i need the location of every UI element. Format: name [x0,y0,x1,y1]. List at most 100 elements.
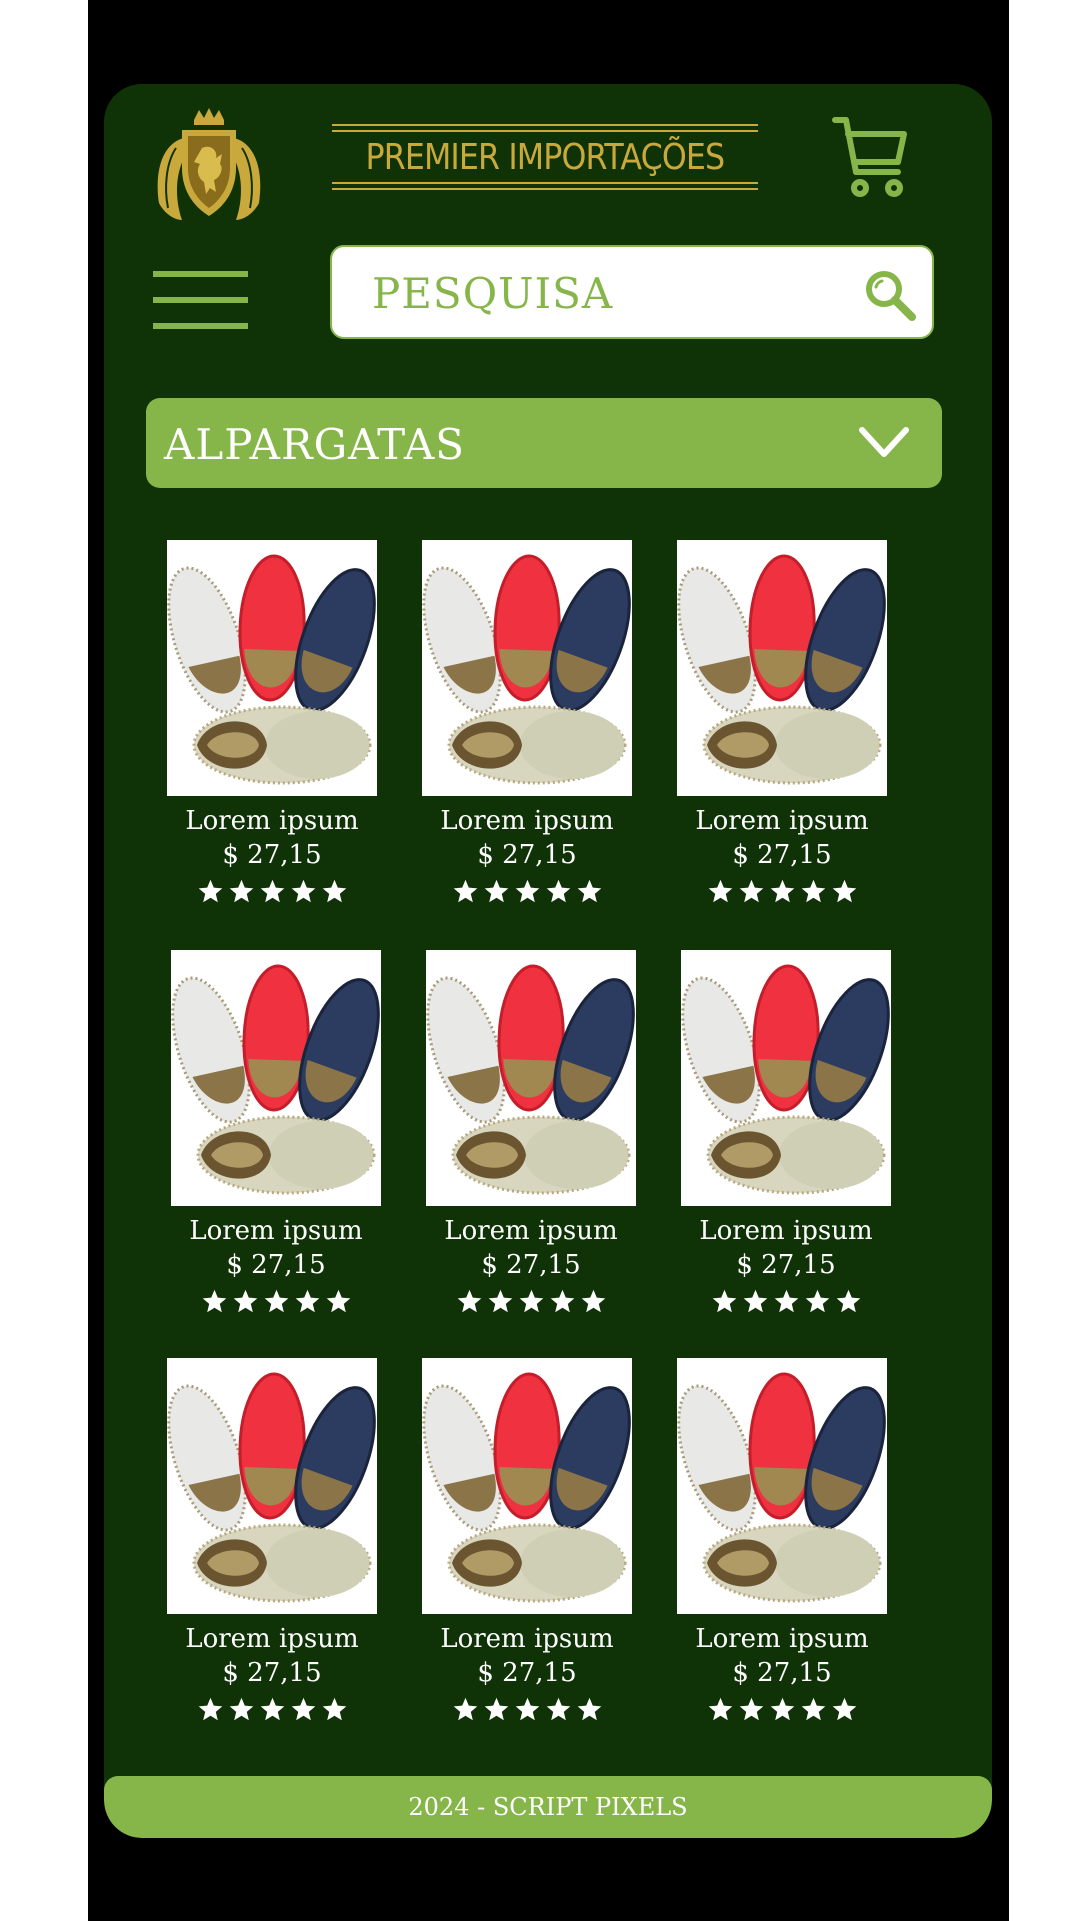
griffin-crest-icon[interactable] [154,108,264,223]
product-price: $ 27,15 [226,1250,326,1280]
product-price: $ 27,15 [222,1658,322,1688]
star-icon [711,1288,738,1319]
shopping-cart-icon[interactable] [832,116,908,198]
product-image[interactable] [677,540,887,796]
star-icon [294,1288,321,1319]
star-icon [259,878,286,909]
star-icon [201,1288,228,1319]
star-icon [580,1288,607,1319]
star-icon [742,1288,769,1319]
star-icon [514,1696,541,1727]
star-icon [518,1288,545,1319]
product-image[interactable] [426,950,636,1206]
product-image[interactable] [422,540,632,796]
product-card[interactable]: Lorem ipsum $ 27,15 [677,1358,887,1727]
product-card[interactable]: Lorem ipsum $ 27,15 [681,950,891,1319]
star-icon [545,1696,572,1727]
star-icon [514,878,541,909]
star-icon [707,878,734,909]
product-name: Lorem ipsum [440,806,614,836]
footer-bar: 2024 - SCRIPT PIXELS [104,1776,992,1838]
star-icon [263,1288,290,1319]
product-image[interactable] [422,1358,632,1614]
star-icon [545,878,572,909]
star-icon [800,878,827,909]
product-image[interactable] [171,950,381,1206]
brand-name: PREMIER IMPORTAÇÕES [365,136,726,178]
product-card[interactable]: Lorem ipsum $ 27,15 [167,1358,377,1727]
product-price: $ 27,15 [732,1658,832,1688]
category-label: ALPARGATAS [164,420,465,469]
star-icon [321,878,348,909]
star-icon [576,1696,603,1727]
product-name: Lorem ipsum [189,1216,363,1246]
star-icon [197,1696,224,1727]
hamburger-menu-icon[interactable] [153,271,248,331]
product-image[interactable] [167,1358,377,1614]
star-icon [769,878,796,909]
star-icon [452,1696,479,1727]
product-rating [677,878,887,909]
product-price: $ 27,15 [481,1250,581,1280]
search-box [330,245,934,339]
product-image[interactable] [167,540,377,796]
star-icon [487,1288,514,1319]
chevron-down-icon [858,424,910,460]
product-rating [422,1696,632,1727]
product-name: Lorem ipsum [695,806,869,836]
footer-text: 2024 - SCRIPT PIXELS [408,1793,688,1821]
star-icon [228,1696,255,1727]
product-rating [681,1288,891,1319]
product-card[interactable]: Lorem ipsum $ 27,15 [171,950,381,1319]
star-icon [769,1696,796,1727]
product-price: $ 27,15 [477,1658,577,1688]
product-price: $ 27,15 [222,840,322,870]
star-icon [290,1696,317,1727]
product-card[interactable]: Lorem ipsum $ 27,15 [422,540,632,909]
star-icon [831,1696,858,1727]
star-icon [290,878,317,909]
menu-bar [153,323,248,329]
star-icon [804,1288,831,1319]
star-icon [738,1696,765,1727]
brand-rule-top [332,124,758,126]
product-price: $ 27,15 [736,1250,836,1280]
star-icon [549,1288,576,1319]
star-icon [456,1288,483,1319]
product-price: $ 27,15 [732,840,832,870]
star-icon [228,878,255,909]
product-image[interactable] [677,1358,887,1614]
product-rating [171,1288,381,1319]
star-icon [738,878,765,909]
product-card[interactable]: Lorem ipsum $ 27,15 [422,1358,632,1727]
star-icon [773,1288,800,1319]
app-screen: PREMIER IMPORTAÇÕES ALPARGATAS [104,84,992,1838]
product-card[interactable]: Lorem ipsum $ 27,15 [167,540,377,909]
star-icon [232,1288,259,1319]
star-icon [483,1696,510,1727]
star-icon [483,878,510,909]
product-rating [167,1696,377,1727]
product-rating [167,878,377,909]
star-icon [707,1696,734,1727]
product-price: $ 27,15 [477,840,577,870]
product-name: Lorem ipsum [185,1624,359,1654]
product-name: Lorem ipsum [695,1624,869,1654]
magnifier-icon[interactable] [862,267,918,323]
product-image[interactable] [681,950,891,1206]
product-name: Lorem ipsum [699,1216,873,1246]
product-name: Lorem ipsum [185,806,359,836]
menu-bar [153,297,248,303]
brand-rule-bottom [332,188,758,190]
star-icon [325,1288,352,1319]
brand-title: PREMIER IMPORTAÇÕES [332,124,758,190]
star-icon [259,1696,286,1727]
product-card[interactable]: Lorem ipsum $ 27,15 [426,950,636,1319]
menu-bar [153,271,248,277]
product-rating [422,878,632,909]
category-select[interactable]: ALPARGATAS [146,398,942,488]
star-icon [576,878,603,909]
search-input[interactable] [370,261,834,325]
product-rating [426,1288,636,1319]
product-card[interactable]: Lorem ipsum $ 27,15 [677,540,887,909]
